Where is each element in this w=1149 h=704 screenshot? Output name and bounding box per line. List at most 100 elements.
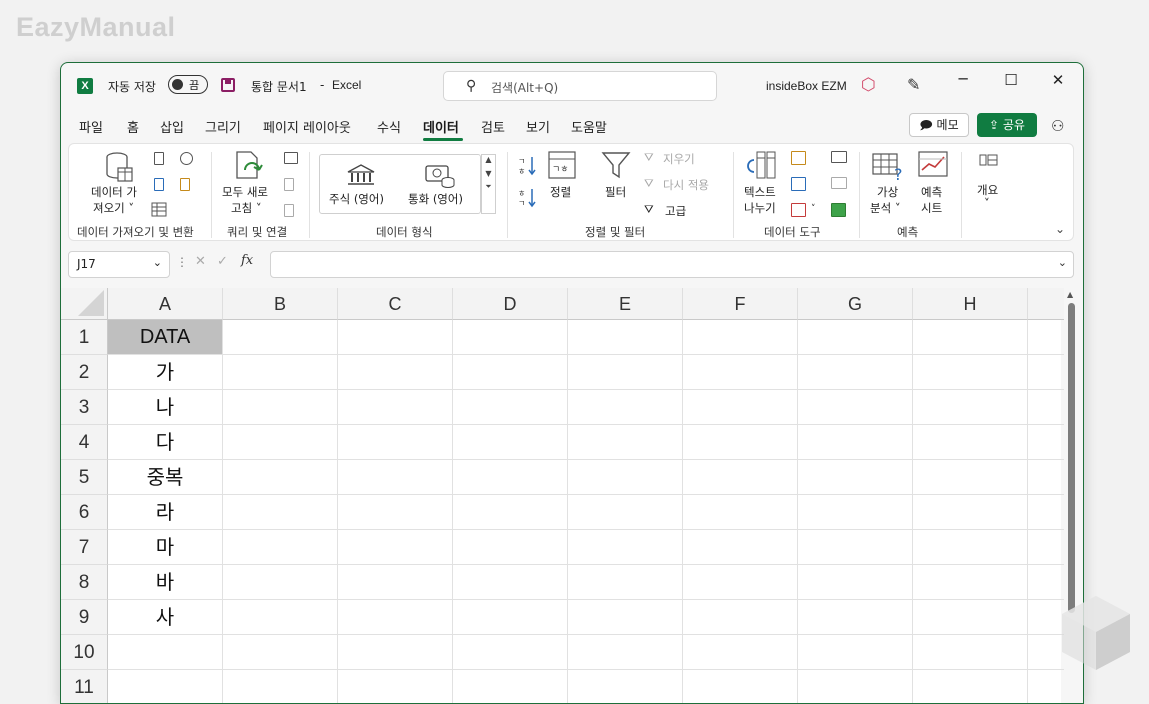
cell[interactable] bbox=[568, 320, 683, 355]
row-header[interactable]: 2 bbox=[61, 355, 108, 390]
cell[interactable] bbox=[798, 565, 913, 600]
stocks-button[interactable]: 주식 (영어) bbox=[329, 191, 384, 207]
cell[interactable] bbox=[913, 390, 1028, 425]
row-header[interactable]: 3 bbox=[61, 390, 108, 425]
cell[interactable] bbox=[338, 635, 453, 670]
formula-input[interactable]: ⌄ bbox=[270, 251, 1074, 278]
cell[interactable] bbox=[568, 495, 683, 530]
cell[interactable] bbox=[798, 530, 913, 565]
chevron-up-icon[interactable]: ▲ bbox=[482, 155, 495, 164]
row-header[interactable]: 4 bbox=[61, 425, 108, 460]
cell[interactable] bbox=[223, 635, 338, 670]
cell[interactable] bbox=[108, 670, 223, 703]
cell[interactable] bbox=[1028, 460, 1068, 495]
from-web-icon[interactable] bbox=[154, 178, 164, 191]
cell[interactable] bbox=[798, 635, 913, 670]
cell[interactable] bbox=[338, 390, 453, 425]
column-header[interactable]: A bbox=[108, 288, 223, 320]
currency-button[interactable]: 통화 (영어) bbox=[408, 191, 463, 207]
data-validation-dropdown-icon[interactable]: ˅ bbox=[811, 204, 816, 214]
column-header[interactable]: F bbox=[683, 288, 798, 320]
chevron-down-icon[interactable]: ⌄ bbox=[1058, 256, 1067, 269]
cell[interactable]: 중복 bbox=[108, 460, 223, 495]
cell[interactable] bbox=[798, 425, 913, 460]
cell[interactable] bbox=[453, 460, 568, 495]
cell[interactable] bbox=[683, 600, 798, 635]
chevron-down-icon[interactable]: ▼ bbox=[482, 169, 495, 178]
cell[interactable] bbox=[223, 495, 338, 530]
cell[interactable]: 다 bbox=[108, 425, 223, 460]
chevron-down-icon[interactable]: ⌄ bbox=[153, 256, 162, 269]
cell[interactable] bbox=[453, 670, 568, 703]
cell[interactable] bbox=[798, 390, 913, 425]
cell[interactable]: 가 bbox=[108, 355, 223, 390]
row-header[interactable]: 1 bbox=[61, 320, 108, 355]
presence-person-icon[interactable]: ⚇ bbox=[1051, 117, 1064, 135]
cell[interactable] bbox=[1028, 670, 1068, 703]
gallery-scroll[interactable]: ▲ ▼ ⏷ bbox=[481, 154, 496, 214]
cell[interactable] bbox=[683, 635, 798, 670]
cell[interactable] bbox=[223, 320, 338, 355]
from-table-icon[interactable] bbox=[151, 202, 167, 217]
cell[interactable] bbox=[108, 635, 223, 670]
properties-icon[interactable] bbox=[284, 178, 294, 191]
cell[interactable] bbox=[798, 460, 913, 495]
cell[interactable] bbox=[683, 390, 798, 425]
column-header[interactable]: H bbox=[913, 288, 1028, 320]
column-header-partial[interactable] bbox=[1028, 288, 1068, 320]
cell[interactable] bbox=[683, 495, 798, 530]
tab-formulas[interactable]: 수식 bbox=[377, 117, 401, 136]
cell[interactable] bbox=[223, 565, 338, 600]
minimize-icon[interactable]: ─ bbox=[948, 70, 978, 88]
remove-duplicates-icon[interactable] bbox=[791, 177, 806, 191]
cell[interactable] bbox=[568, 460, 683, 495]
cell[interactable] bbox=[683, 320, 798, 355]
close-icon[interactable]: ✕ bbox=[1043, 71, 1073, 89]
queries-connections-icon[interactable] bbox=[284, 152, 298, 164]
cell[interactable] bbox=[568, 670, 683, 703]
cell[interactable]: 마 bbox=[108, 530, 223, 565]
row-header[interactable]: 6 bbox=[61, 495, 108, 530]
cell[interactable] bbox=[913, 530, 1028, 565]
cell[interactable] bbox=[798, 670, 913, 703]
cell[interactable] bbox=[1028, 530, 1068, 565]
what-if-analysis-dropdown[interactable]: 분석 ˅ bbox=[870, 200, 901, 216]
forecast-sheet-button[interactable]: 예측 bbox=[921, 184, 942, 200]
from-text-icon[interactable] bbox=[154, 152, 164, 165]
cell[interactable] bbox=[913, 460, 1028, 495]
cell[interactable] bbox=[1028, 390, 1068, 425]
outline-dropdown[interactable]: ˅ bbox=[984, 196, 990, 210]
column-header[interactable]: B bbox=[223, 288, 338, 320]
what-if-analysis-button[interactable]: 가상 bbox=[877, 184, 898, 200]
cell[interactable] bbox=[338, 670, 453, 703]
row-header[interactable]: 5 bbox=[61, 460, 108, 495]
clear-filter-button[interactable]: 지우기 bbox=[663, 151, 695, 167]
cell[interactable] bbox=[568, 530, 683, 565]
get-data-button[interactable]: 데이터 가 bbox=[91, 184, 137, 200]
cell[interactable] bbox=[223, 460, 338, 495]
refresh-all-dropdown[interactable]: 고침 ˅ bbox=[231, 200, 262, 216]
cell[interactable] bbox=[913, 495, 1028, 530]
sort-descending-icon[interactable]: ㅎㄱ bbox=[517, 186, 539, 208]
cell[interactable] bbox=[683, 670, 798, 703]
tab-review[interactable]: 검토 bbox=[481, 117, 505, 136]
cell[interactable] bbox=[568, 565, 683, 600]
cell[interactable] bbox=[913, 635, 1028, 670]
cell[interactable] bbox=[798, 495, 913, 530]
cell[interactable] bbox=[1028, 320, 1068, 355]
select-all-corner[interactable] bbox=[61, 288, 108, 320]
refresh-all-button[interactable]: 모두 새로 bbox=[222, 184, 268, 200]
cell[interactable] bbox=[338, 495, 453, 530]
user-name[interactable]: insideBox EZM bbox=[766, 79, 847, 93]
tab-home[interactable]: 홈 bbox=[127, 117, 139, 136]
row-header[interactable]: 11 bbox=[61, 670, 108, 703]
cell[interactable] bbox=[683, 565, 798, 600]
confirm-entry-icon[interactable]: ✓ bbox=[217, 254, 228, 269]
cell[interactable] bbox=[568, 355, 683, 390]
name-box[interactable]: J17 ⌄ bbox=[68, 251, 170, 278]
column-header[interactable]: G bbox=[798, 288, 913, 320]
cell[interactable] bbox=[338, 600, 453, 635]
tab-data[interactable]: 데이터 bbox=[423, 117, 459, 136]
cell[interactable] bbox=[568, 635, 683, 670]
cell[interactable] bbox=[453, 530, 568, 565]
